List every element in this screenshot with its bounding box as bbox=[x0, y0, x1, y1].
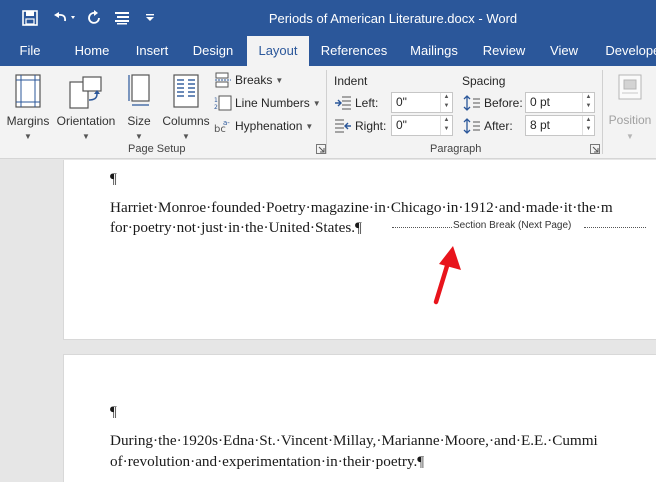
section-break: Section Break (Next Page) bbox=[392, 220, 646, 234]
section-break-dots bbox=[392, 227, 452, 228]
size-label: Size bbox=[127, 114, 151, 128]
position-button[interactable]: Position ▼ bbox=[606, 72, 654, 144]
tab-view[interactable]: View bbox=[540, 36, 588, 66]
svg-text:1: 1 bbox=[214, 97, 218, 104]
spacing-after-icon bbox=[463, 118, 480, 134]
chevron-down-icon: ▼ bbox=[24, 132, 32, 141]
annotation-arrow-icon bbox=[433, 246, 461, 305]
tab-insert[interactable]: Insert bbox=[126, 36, 178, 66]
hyphenation-icon: bca- bbox=[214, 119, 230, 134]
tab-home[interactable]: Home bbox=[66, 36, 118, 66]
line-numbers-icon: 12 bbox=[214, 95, 232, 111]
page2-line-1: During·the·1920s·Edna·St.·Vincent·Millay… bbox=[110, 432, 598, 449]
svg-text:a-: a- bbox=[223, 119, 230, 127]
svg-text:2: 2 bbox=[214, 104, 218, 111]
tab-references[interactable]: References bbox=[318, 36, 390, 66]
spacing-after-input[interactable]: 8 pt ▲ ▼ bbox=[525, 115, 595, 136]
position-icon bbox=[618, 74, 642, 100]
chevron-down-icon: ▼ bbox=[182, 132, 190, 141]
spacing-label: Spacing bbox=[462, 74, 506, 88]
orientation-label: Orientation bbox=[56, 114, 116, 128]
columns-button[interactable]: Columns ▼ bbox=[160, 72, 212, 144]
section-break-label: Section Break (Next Page) bbox=[452, 220, 573, 231]
breaks-label: Breaks bbox=[235, 73, 273, 87]
page2-line-2: of·revolution·and·experimentation·in·the… bbox=[110, 453, 425, 470]
group-separator bbox=[326, 70, 327, 154]
spinner-arrows-icon[interactable]: ▲ ▼ bbox=[582, 116, 594, 135]
section-break-dots bbox=[584, 227, 646, 228]
indent-left-value: 0" bbox=[396, 95, 407, 109]
paragraph-mark-1: ¶ bbox=[110, 170, 117, 187]
spinner-arrows-icon[interactable]: ▲ ▼ bbox=[440, 93, 452, 112]
window-title: Periods of American Literature.docx - Wo… bbox=[268, 10, 518, 26]
page-setup-group-label: Page Setup bbox=[128, 143, 186, 155]
paragraph-launcher-icon[interactable] bbox=[590, 144, 600, 154]
group-separator bbox=[602, 70, 603, 154]
line-numbers-label: Line Numbers bbox=[235, 96, 310, 110]
spinner-arrows-icon[interactable]: ▲ ▼ bbox=[440, 116, 452, 135]
page-setup-launcher-icon[interactable] bbox=[316, 144, 326, 154]
margins-label: Margins bbox=[6, 114, 50, 128]
columns-icon bbox=[173, 74, 199, 108]
tab-mailings[interactable]: Mailings bbox=[400, 36, 468, 66]
indent-left-icon bbox=[335, 96, 351, 110]
chevron-down-icon: ▼ bbox=[305, 121, 314, 131]
size-icon bbox=[128, 74, 150, 106]
indent-right-label: Right: bbox=[355, 119, 387, 133]
tab-developer[interactable]: Developer bbox=[600, 36, 656, 66]
chevron-down-icon: ▼ bbox=[626, 132, 634, 141]
hyphenation-button[interactable]: bc a- Hyphenation ▼ bbox=[214, 116, 313, 136]
chevron-down-icon: ▼ bbox=[135, 132, 143, 141]
size-button[interactable]: Size ▼ bbox=[122, 72, 156, 144]
indent-right-icon bbox=[335, 119, 351, 133]
spacing-before-label: Before: bbox=[484, 96, 523, 110]
tab-review[interactable]: Review bbox=[476, 36, 532, 66]
ribbon-tabs: File Home Insert Design Layout Reference… bbox=[0, 36, 656, 66]
hyphenation-label: Hyphenation bbox=[235, 119, 303, 133]
spinner-arrows-icon[interactable]: ▲ ▼ bbox=[582, 93, 594, 112]
breaks-button[interactable]: Breaks ▼ bbox=[214, 70, 283, 90]
indent-label: Indent bbox=[334, 74, 368, 88]
line-numbers-button[interactable]: 12 Line Numbers ▼ bbox=[214, 93, 321, 113]
spacing-before-input[interactable]: 0 pt ▲ ▼ bbox=[525, 92, 595, 113]
paragraph-group-label: Paragraph bbox=[430, 143, 482, 155]
orientation-button[interactable]: Orientation ▼ bbox=[54, 72, 118, 144]
spacing-after-label: After: bbox=[484, 119, 513, 133]
title-bar: Periods of American Literature.docx - Wo… bbox=[0, 0, 656, 36]
document-page-1[interactable] bbox=[63, 160, 656, 340]
tab-layout[interactable]: Layout bbox=[247, 36, 309, 66]
indent-right-input[interactable]: 0" ▲ ▼ bbox=[391, 115, 453, 136]
chevron-down-icon: ▼ bbox=[275, 75, 284, 85]
indent-left-input[interactable]: 0" ▲ ▼ bbox=[391, 92, 453, 113]
position-label: Position bbox=[608, 113, 652, 127]
spacing-before-value: 0 pt bbox=[530, 95, 551, 109]
margins-icon bbox=[15, 74, 41, 108]
indent-right-value: 0" bbox=[396, 118, 407, 132]
indent-left-label: Left: bbox=[355, 96, 379, 110]
tab-design[interactable]: Design bbox=[186, 36, 240, 66]
page1-line-2: for·poetry·not·just·in·the·United·States… bbox=[110, 219, 362, 236]
spacing-after-value: 8 pt bbox=[530, 118, 551, 132]
chevron-down-icon: ▼ bbox=[312, 98, 321, 108]
margins-button[interactable]: Margins ▼ bbox=[4, 72, 52, 144]
spacing-before-icon bbox=[463, 95, 480, 111]
orientation-icon bbox=[69, 76, 102, 109]
paragraph-mark-2: ¶ bbox=[110, 403, 117, 420]
page1-line-1: Harriet·Monroe·founded·Poetry·magazine·i… bbox=[110, 199, 613, 216]
tab-file[interactable]: File bbox=[8, 36, 52, 66]
columns-label: Columns bbox=[162, 114, 210, 128]
chevron-down-icon: ▼ bbox=[82, 132, 90, 141]
breaks-icon bbox=[215, 72, 231, 88]
ribbon: Margins ▼ Orientation ▼ Size ▼ Columns ▼… bbox=[0, 66, 656, 159]
